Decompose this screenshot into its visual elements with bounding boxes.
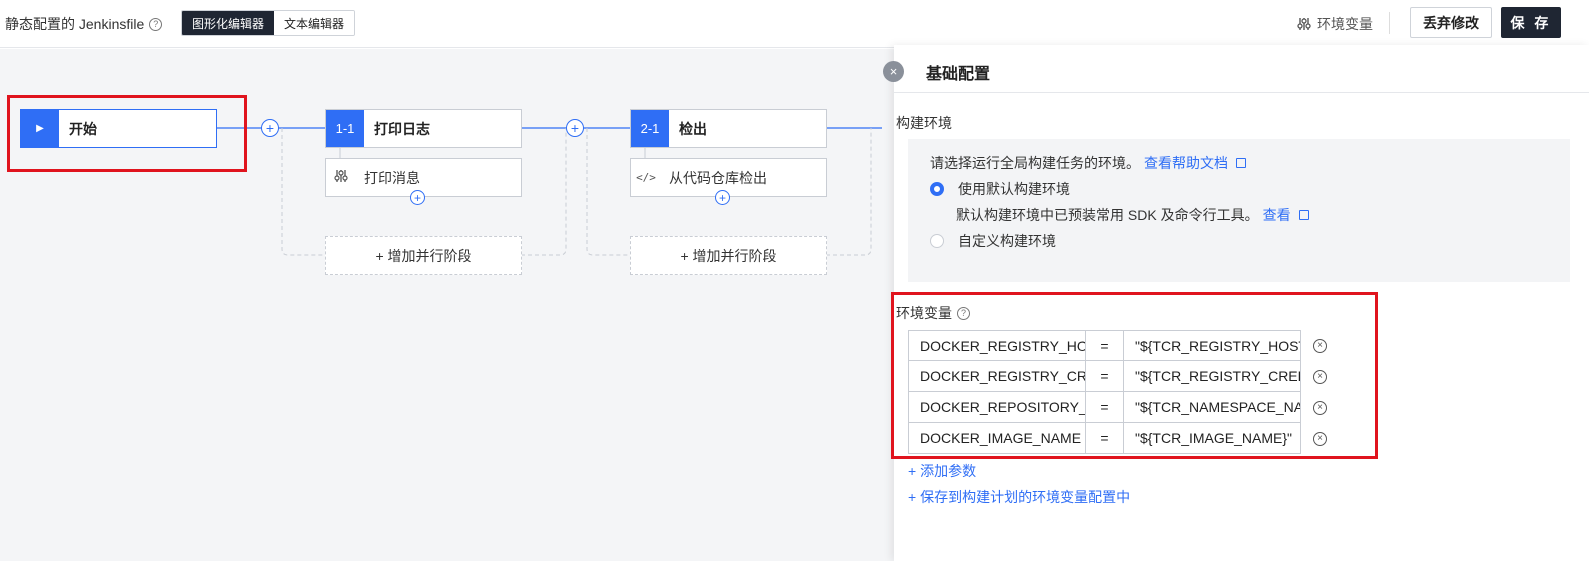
stage-badge: 1-1 — [326, 110, 364, 147]
start-node-label: 开始 — [69, 120, 97, 137]
env-var-row: DOCKER_REGISTRY_CREDENTIALS = "${TCR_REG… — [908, 361, 1338, 392]
equals-sign: = — [1086, 330, 1123, 361]
help-icon[interactable]: ? — [149, 17, 163, 31]
env-value-input[interactable]: "${TCR_IMAGE_NAME}" — [1123, 423, 1301, 454]
remove-row-icon[interactable]: × — [1313, 338, 1327, 353]
env-var-button[interactable]: 环境变量 — [1297, 14, 1373, 34]
radio-default-env[interactable]: 使用默认构建环境 — [930, 179, 1070, 199]
help-doc-link[interactable]: 查看帮助文档 — [1144, 153, 1228, 173]
code-icon: </> — [636, 171, 656, 184]
env-key-input[interactable]: DOCKER_REGISTRY_HOST — [908, 330, 1086, 361]
sliders-icon — [1297, 18, 1311, 30]
env-vars-label-text: 环境变量 — [896, 305, 952, 321]
radio-button[interactable] — [930, 234, 944, 248]
step-node[interactable]: </> 从代码仓库检出 — [630, 158, 827, 197]
step-label: 打印消息 — [364, 169, 420, 186]
env-value-input[interactable]: "${TCR_REGISTRY_CREDENTIALS}" — [1123, 361, 1301, 392]
help-icon[interactable]: ? — [957, 306, 970, 320]
stage-node[interactable]: 1-1 打印日志 — [325, 109, 522, 148]
build-env-label: 构建环境 — [896, 115, 952, 131]
start-play-icon: ▶ — [21, 110, 59, 147]
env-var-row: DOCKER_REGISTRY_HOST = "${TCR_REGISTRY_H… — [908, 330, 1338, 361]
view-link[interactable]: 查看 — [1263, 205, 1291, 225]
radio-default-label: 使用默认构建环境 — [958, 181, 1070, 197]
save-button[interactable]: 保 存 — [1501, 7, 1561, 38]
add-step-button[interactable]: + — [410, 190, 425, 205]
build-env-hint: 请选择运行全局构建任务的环境。 查看帮助文档 — [930, 153, 1246, 173]
add-stage-button[interactable]: + — [261, 119, 279, 137]
discard-changes-button[interactable]: 丢弃修改 — [1410, 7, 1492, 38]
equals-sign: = — [1086, 423, 1123, 454]
panel-divider — [894, 92, 1589, 93]
file-title: 静态配置的 Jenkinsfile ? — [5, 14, 163, 34]
env-var-row: DOCKER_REPOSITORY_NAME = "${TCR_NAMESPAC… — [908, 392, 1338, 423]
add-parallel-stage-button[interactable]: + 增加并行阶段 — [325, 236, 522, 275]
add-param-link[interactable]: + 添加参数 — [908, 461, 976, 481]
save-to-plan-link[interactable]: + 保存到构建计划的环境变量配置中 — [908, 487, 1130, 507]
divider — [1389, 12, 1390, 34]
env-key-input[interactable]: DOCKER_REGISTRY_CREDENTIALS — [908, 361, 1086, 392]
sliders-icon — [326, 169, 356, 186]
default-env-desc-text: 默认构建环境中已预装常用 SDK 及命令行工具。 — [956, 207, 1259, 223]
tab-text-editor[interactable]: 文本编辑器 — [274, 11, 355, 35]
step-node[interactable]: 打印消息 — [325, 158, 522, 197]
top-bar: 静态配置的 Jenkinsfile ? 图形化编辑器 文本编辑器 环境变量 丢弃… — [0, 0, 1589, 48]
stage-title: 检出 — [679, 120, 707, 137]
pipeline-connectors — [216, 127, 882, 256]
external-link-icon — [1298, 210, 1309, 220]
step-label: 从代码仓库检出 — [669, 169, 767, 186]
equals-sign: = — [1086, 392, 1123, 423]
remove-row-icon[interactable]: × — [1313, 431, 1327, 446]
radio-custom-label: 自定义构建环境 — [958, 233, 1056, 249]
equals-sign: = — [1086, 361, 1123, 392]
config-panel: 基础配置 构建环境 请选择运行全局构建任务的环境。 查看帮助文档 使用默认构建环… — [891, 45, 1589, 561]
env-vars-label: 环境变量 ? — [896, 303, 970, 323]
env-key-input[interactable]: DOCKER_IMAGE_NAME — [908, 423, 1086, 454]
start-node[interactable]: ▶ 开始 — [20, 109, 217, 148]
radio-custom-env[interactable]: 自定义构建环境 — [930, 231, 1056, 251]
env-var-row: DOCKER_IMAGE_NAME = "${TCR_IMAGE_NAME}" … — [908, 423, 1338, 454]
close-panel-button[interactable]: × — [883, 61, 904, 82]
env-value-input[interactable]: "${TCR_NAMESPACE_NAME}" — [1123, 392, 1301, 423]
stage-node[interactable]: 2-1 检出 — [630, 109, 827, 148]
default-env-desc: 默认构建环境中已预装常用 SDK 及命令行工具。 查看 — [956, 205, 1309, 225]
radio-button[interactable] — [930, 182, 944, 196]
build-env-hint-text: 请选择运行全局构建任务的环境。 — [930, 155, 1140, 171]
add-stage-button[interactable]: + — [566, 119, 584, 137]
file-title-text: 静态配置的 Jenkinsfile — [5, 16, 145, 32]
remove-row-icon[interactable]: × — [1313, 369, 1327, 384]
add-step-button[interactable]: + — [715, 190, 730, 205]
build-env-box: 请选择运行全局构建任务的环境。 查看帮助文档 使用默认构建环境 默认构建环境中已… — [908, 139, 1570, 282]
external-link-icon — [1236, 158, 1246, 168]
env-value-input[interactable]: "${TCR_REGISTRY_HOST}" — [1123, 330, 1301, 361]
panel-title: 基础配置 — [926, 66, 991, 83]
editor-switch: 图形化编辑器 文本编辑器 — [181, 10, 356, 36]
tab-graphical-editor[interactable]: 图形化编辑器 — [182, 11, 275, 35]
env-var-label: 环境变量 — [1317, 16, 1373, 32]
env-key-input[interactable]: DOCKER_REPOSITORY_NAME — [908, 392, 1086, 423]
add-parallel-stage-button[interactable]: + 增加并行阶段 — [630, 236, 827, 275]
stage-title: 打印日志 — [374, 120, 430, 137]
remove-row-icon[interactable]: × — [1313, 400, 1327, 415]
stage-badge: 2-1 — [631, 110, 669, 147]
